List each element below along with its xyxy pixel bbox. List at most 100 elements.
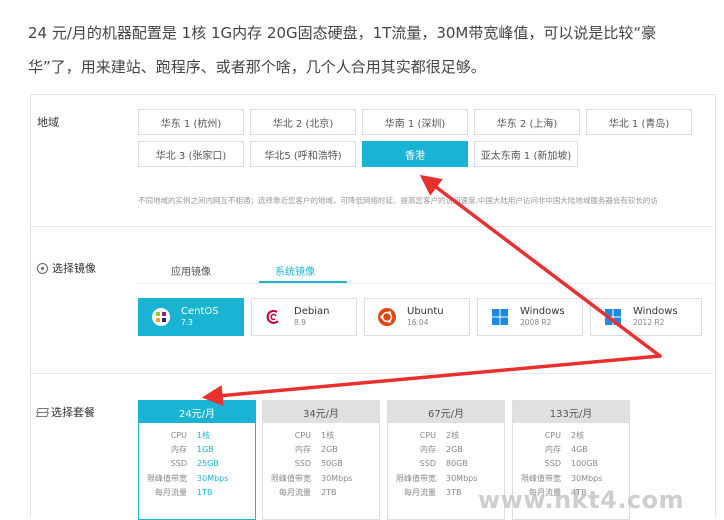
image-label-text: 选择镜像 <box>52 262 96 275</box>
plan-row-traffic: 每月流量 1TB <box>139 486 255 500</box>
plan-row-label: 限峰值带宽 <box>521 473 561 483</box>
os-option-windows-2008[interactable]: Windows 2008 R2 <box>477 298 583 336</box>
plan-row-ssd: SSD 50GB <box>263 457 379 471</box>
plan-row-label: SSD <box>544 459 561 469</box>
os-name: Windows <box>520 306 565 317</box>
plan-row-memory: 内存 2GB <box>388 442 504 456</box>
plan-row-ssd: SSD 25GB <box>139 457 255 471</box>
plan-row-value: 1GB <box>197 445 214 455</box>
plan-row-ssd: SSD 100GB <box>513 457 629 471</box>
plan-row-cpu: CPU 1核 <box>263 428 379 442</box>
plan-price: 67元/月 <box>388 401 504 423</box>
plan-row-memory: 内存 4GB <box>513 442 629 456</box>
region-note: 不同地域的实例之间内网互不相通；选择靠近您客户的地域，可降低网络时延、提高您客户… <box>138 196 658 205</box>
plan-row-label: CPU <box>419 430 436 440</box>
region-option-shenzhen[interactable]: 华南 1 (深圳) <box>362 109 468 135</box>
plan-row-value: 2TB <box>321 488 337 498</box>
os-name: Debian <box>294 306 330 317</box>
ubuntu-icon <box>377 307 397 327</box>
plan-row-value: 30Mbps <box>446 473 478 483</box>
plan-row-label: 每月流量 <box>279 488 311 498</box>
os-name: CentOS <box>181 306 219 317</box>
plan-price: 34元/月 <box>263 401 379 423</box>
plan-price: 24元/月 <box>139 401 255 423</box>
region-option-huhehaote[interactable]: 华北5 (呼和浩特) <box>250 141 356 167</box>
tab-system-image[interactable]: 系统镜像 <box>275 263 315 278</box>
plan-row-label: 内存 <box>171 445 187 455</box>
plan-row-value: 2GB <box>321 445 338 455</box>
plan-row-value: 2核 <box>571 430 585 440</box>
package-section-icon <box>37 407 47 417</box>
plan-row-bandwidth: 限峰值带宽 30Mbps <box>388 471 504 485</box>
region-option-zhangjiakou[interactable]: 华北 3 (张家口) <box>138 141 244 167</box>
plan-row-value: 30Mbps <box>197 473 229 483</box>
os-option-windows-2012[interactable]: Windows 2012 R2 <box>590 298 702 336</box>
plan-row-label: SSD <box>419 459 436 469</box>
plan-row-value: 100GB <box>571 459 598 469</box>
region-option-hongkong[interactable]: 香港 <box>362 141 468 167</box>
plan-row-value: 2GB <box>446 445 463 455</box>
plan-row-label: CPU <box>170 430 187 440</box>
plan-row-bandwidth: 限峰值带宽 30Mbps <box>513 471 629 485</box>
plan-row-memory: 内存 1GB <box>139 442 255 456</box>
plan-row-value: 2核 <box>446 430 460 440</box>
section-divider <box>31 373 715 374</box>
region-label-text: 地域 <box>37 116 59 129</box>
plan-row-cpu: CPU 1核 <box>139 428 255 442</box>
plan-row-cpu: CPU 2核 <box>513 428 629 442</box>
plan-row-label: 内存 <box>295 445 311 455</box>
tabs-divider <box>138 283 715 284</box>
article-line-2: 华”了，用来建站、跑程序、或者那个啥，几个人合用其实都很足够。 <box>28 58 486 76</box>
package-label-text: 选择套餐 <box>51 406 95 419</box>
watermark-text: www.hkt4.com <box>478 486 685 514</box>
windows-icon <box>490 307 510 327</box>
plan-row-ssd: SSD 80GB <box>388 457 504 471</box>
plan-row-value: 4GB <box>571 445 588 455</box>
os-option-debian[interactable]: Debian 8.9 <box>251 298 357 336</box>
plan-row-value: 1核 <box>321 430 335 440</box>
plan-row-value: 30Mbps <box>571 473 603 483</box>
plan-row-label: 每月流量 <box>404 488 436 498</box>
package-label: 选择套餐 <box>37 404 95 420</box>
plan-row-bandwidth: 限峰值带宽 30Mbps <box>139 471 255 485</box>
os-option-centos[interactable]: CentOS 7.3 <box>138 298 244 336</box>
tab-app-image[interactable]: 应用镜像 <box>171 263 211 278</box>
region-option-beijing[interactable]: 华北 2 (北京) <box>250 109 356 135</box>
plan-row-value: 30Mbps <box>321 473 353 483</box>
plan-card-24[interactable]: 24元/月 CPU 1核 内存 1GB SSD 25GB 限峰值带宽 30Mbps 每月… <box>138 400 256 520</box>
plan-row-cpu: CPU 2核 <box>388 428 504 442</box>
plan-row-value: 1TB <box>197 488 213 498</box>
os-version: 7.3 <box>181 318 193 327</box>
plan-row-memory: 内存 2GB <box>263 442 379 456</box>
plan-row-label: CPU <box>294 430 311 440</box>
os-version: 8.9 <box>294 318 306 327</box>
plan-row-value: 3TB <box>446 488 462 498</box>
plan-row-value: 50GB <box>321 459 343 469</box>
plan-row-traffic: 每月流量 2TB <box>263 486 379 500</box>
os-name: Windows <box>633 306 678 317</box>
plan-row-label: 限峰值带宽 <box>147 473 187 483</box>
region-option-singapore[interactable]: 亚太东南 1 (新加坡) <box>474 141 578 167</box>
section-divider <box>31 226 715 227</box>
plan-row-label: SSD <box>170 459 187 469</box>
plan-row-label: 内存 <box>545 445 561 455</box>
plan-row-label: SSD <box>294 459 311 469</box>
plan-row-label: 内存 <box>420 445 436 455</box>
region-option-hangzhou[interactable]: 华东 1 (杭州) <box>138 109 244 135</box>
plan-card-34[interactable]: 34元/月 CPU 1核 内存 2GB SSD 50GB 限峰值带宽 30Mbps 每月… <box>262 400 380 520</box>
region-option-shanghai[interactable]: 华东 2 (上海) <box>474 109 580 135</box>
image-label: 选择镜像 <box>37 260 96 276</box>
plan-row-label: 每月流量 <box>155 488 187 498</box>
os-name: Ubuntu <box>407 306 444 317</box>
plan-row-label: 限峰值带宽 <box>396 473 436 483</box>
plan-row-label: 限峰值带宽 <box>271 473 311 483</box>
region-label: 地域 <box>37 114 59 130</box>
purchase-panel: 地域 华东 1 (杭州) 华北 2 (北京) 华南 1 (深圳) 华东 2 (上… <box>30 94 716 520</box>
plan-price: 133元/月 <box>513 401 629 423</box>
plan-row-value: 1核 <box>197 430 211 440</box>
os-version: 2008 R2 <box>520 318 552 327</box>
os-option-ubuntu[interactable]: Ubuntu 16.04 <box>364 298 470 336</box>
plan-row-bandwidth: 限峰值带宽 30Mbps <box>263 471 379 485</box>
image-section-icon <box>37 262 48 274</box>
region-option-qingdao[interactable]: 华北 1 (青岛) <box>586 109 692 135</box>
